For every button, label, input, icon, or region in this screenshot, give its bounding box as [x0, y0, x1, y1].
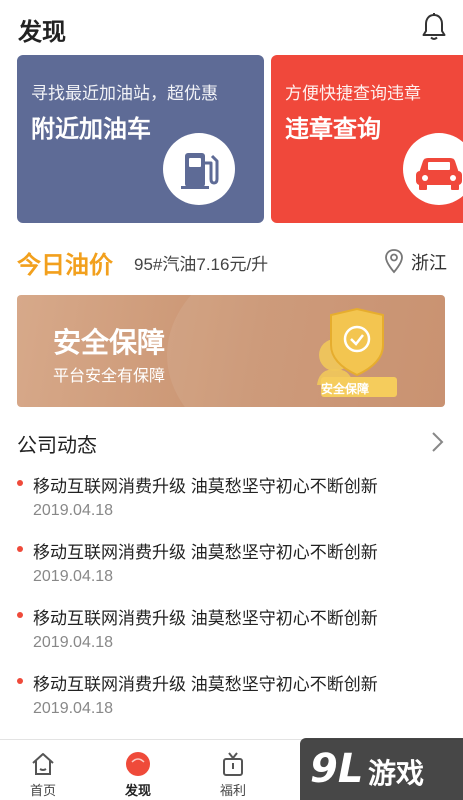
news-date: 2019.04.18 — [33, 502, 114, 519]
oil-price-row: 今日油价 95#汽油7.16元/升 浙江 — [0, 236, 463, 286]
news-section-header[interactable]: 公司动态 — [0, 425, 463, 461]
tab-discover[interactable]: 发现 — [98, 740, 178, 800]
oil-price-value: 95#汽油7.16元/升 — [134, 255, 269, 274]
news-item[interactable]: 移动互联网消费升级 油莫愁坚守初心不断创新 2019.04.18 — [0, 664, 463, 730]
bullet-dot — [17, 546, 23, 552]
card-title: 附近加油车 — [31, 116, 151, 143]
nearby-gas-card[interactable]: 寻找最近加油站，超优惠 附近加油车 — [17, 55, 264, 223]
news-headline: 移动互联网消费升级 油莫愁坚守初心不断创新 — [33, 675, 378, 694]
tab-label: 福利 — [219, 783, 246, 798]
location-pin-icon[interactable] — [384, 248, 404, 274]
watermark-logo: 9L — [310, 746, 364, 792]
tab-welfare[interactable]: 福利 — [193, 740, 273, 800]
chevron-right-icon[interactable] — [428, 430, 446, 454]
violation-query-card[interactable]: 方便快捷查询违章 违章查询 — [271, 55, 463, 223]
discover-icon — [126, 752, 150, 776]
news-date: 2019.04.18 — [33, 568, 114, 585]
tab-label: 发现 — [124, 783, 151, 798]
card-icon-circle — [163, 133, 235, 205]
banner-title: 安全保障 — [53, 327, 166, 358]
news-item[interactable]: 移动互联网消费升级 油莫愁坚守初心不断创新 2019.04.18 — [0, 466, 463, 532]
bullet-dot — [17, 612, 23, 618]
bullet-dot — [17, 480, 23, 486]
card-icon-circle — [403, 133, 463, 205]
home-icon — [32, 753, 54, 775]
card-title: 违章查询 — [285, 116, 381, 143]
page-title: 发现 — [18, 19, 66, 46]
news-headline: 移动互联网消费升级 油莫愁坚守初心不断创新 — [33, 543, 378, 562]
location-text[interactable]: 浙江 — [411, 249, 447, 275]
card-subtitle: 方便快捷查询违章 — [285, 84, 421, 103]
watermark-text: 游戏 — [368, 758, 425, 789]
feature-cards: 寻找最近加油站，超优惠 附近加油车 方便快捷查询违章 违章查询 — [0, 55, 463, 225]
news-date: 2019.04.18 — [33, 700, 114, 717]
gift-icon — [223, 752, 243, 776]
section-title: 公司动态 — [17, 435, 97, 457]
tab-home[interactable]: 首页 — [3, 740, 83, 800]
card-subtitle: 寻找最近加油站，超优惠 — [31, 84, 218, 103]
oil-price-label: 今日油价 — [17, 252, 113, 279]
top-bar: 发现 — [0, 0, 463, 52]
news-headline: 移动互联网消费升级 油莫愁坚守初心不断创新 — [33, 477, 378, 496]
news-item[interactable]: 移动互联网消费升级 油莫愁坚守初心不断创新 2019.04.18 — [0, 598, 463, 664]
bell-icon[interactable] — [420, 12, 448, 42]
bullet-dot — [17, 678, 23, 684]
car-icon — [416, 158, 462, 190]
watermark: 9L 游戏 — [300, 738, 463, 800]
gas-pump-icon — [181, 153, 219, 189]
tab-label: 首页 — [29, 783, 56, 798]
shield-badge-text: 安全保障 — [321, 382, 370, 396]
banner-subtitle: 平台安全有保障 — [53, 368, 166, 385]
news-item[interactable]: 移动互联网消费升级 油莫愁坚守初心不断创新 2019.04.18 — [0, 532, 463, 598]
news-headline: 移动互联网消费升级 油莫愁坚守初心不断创新 — [33, 609, 378, 628]
security-banner[interactable]: 安全保障 平台安全有保障 安全保障 — [17, 295, 445, 407]
news-date: 2019.04.18 — [33, 634, 114, 651]
